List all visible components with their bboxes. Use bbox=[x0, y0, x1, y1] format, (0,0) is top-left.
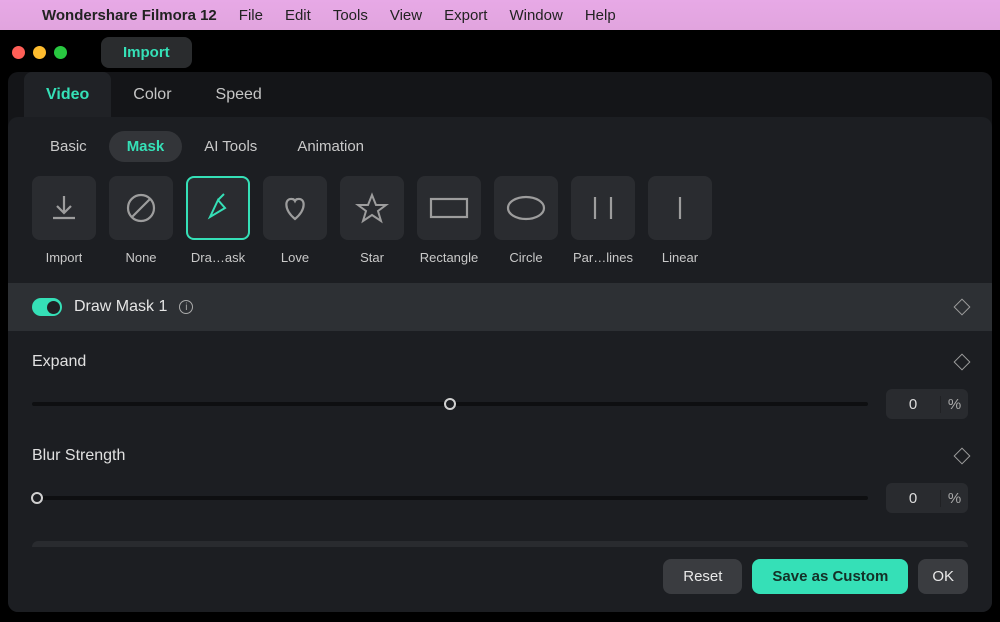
expand-group: Expand 0 % bbox=[32, 353, 968, 419]
subtab-basic[interactable]: Basic bbox=[32, 131, 105, 162]
menu-file[interactable]: File bbox=[239, 7, 263, 24]
subtab-ai-tools[interactable]: AI Tools bbox=[186, 131, 275, 162]
mask-enabled-toggle[interactable] bbox=[32, 298, 62, 316]
menu-export[interactable]: Export bbox=[444, 7, 487, 24]
mask-label: Dra…ask bbox=[191, 250, 245, 265]
parallel-lines-icon bbox=[581, 191, 625, 225]
section-header: Draw Mask 1 i bbox=[8, 283, 992, 331]
keyframe-icon[interactable] bbox=[954, 448, 971, 465]
primary-tabs: Video Color Speed bbox=[8, 72, 992, 117]
subtab-animation[interactable]: Animation bbox=[279, 131, 382, 162]
mask-label: Circle bbox=[509, 250, 542, 265]
macos-menubar: Wondershare Filmora 12 File Edit Tools V… bbox=[0, 0, 1000, 30]
mask-type-love[interactable]: Love bbox=[263, 176, 327, 265]
menu-view[interactable]: View bbox=[390, 7, 422, 24]
download-icon bbox=[47, 191, 81, 225]
expand-label: Expand bbox=[32, 353, 86, 371]
menu-window[interactable]: Window bbox=[509, 7, 562, 24]
menu-tools[interactable]: Tools bbox=[333, 7, 368, 24]
pen-icon bbox=[201, 191, 235, 225]
mask-label: Par…lines bbox=[573, 250, 633, 265]
reset-button[interactable]: Reset bbox=[663, 559, 742, 594]
fullscreen-icon[interactable] bbox=[54, 46, 67, 59]
tab-video[interactable]: Video bbox=[24, 72, 111, 117]
mask-type-rectangle[interactable]: Rectangle bbox=[417, 176, 481, 265]
mask-label: Rectangle bbox=[420, 250, 479, 265]
keyframe-icon[interactable] bbox=[954, 354, 971, 371]
keyframe-icon[interactable] bbox=[954, 299, 971, 316]
mask-label: None bbox=[125, 250, 156, 265]
none-icon bbox=[124, 191, 158, 225]
inspector-panel: Video Color Speed Basic Mask AI Tools An… bbox=[8, 72, 992, 612]
minimize-icon[interactable] bbox=[33, 46, 46, 59]
blur-strength-group: Blur Strength 0 % bbox=[32, 447, 968, 513]
blur-label: Blur Strength bbox=[32, 447, 125, 465]
mask-type-parallel-lines[interactable]: Par…lines bbox=[571, 176, 635, 265]
footer-buttons: Reset Save as Custom OK bbox=[8, 547, 992, 612]
mask-label: Import bbox=[46, 250, 83, 265]
rectangle-icon bbox=[427, 191, 471, 225]
ok-button[interactable]: OK bbox=[918, 559, 968, 594]
mask-type-none[interactable]: None bbox=[109, 176, 173, 265]
mask-type-linear[interactable]: Linear bbox=[648, 176, 712, 265]
traffic-lights bbox=[12, 46, 93, 59]
circle-icon bbox=[504, 191, 548, 225]
mask-label: Star bbox=[360, 250, 384, 265]
menu-help[interactable]: Help bbox=[585, 7, 616, 24]
save-as-custom-button[interactable]: Save as Custom bbox=[752, 559, 908, 594]
mask-type-circle[interactable]: Circle bbox=[494, 176, 558, 265]
menu-edit[interactable]: Edit bbox=[285, 7, 311, 24]
blur-slider[interactable] bbox=[32, 496, 868, 500]
subtab-mask[interactable]: Mask bbox=[109, 131, 183, 162]
panel-body: Basic Mask AI Tools Animation Import Non… bbox=[8, 117, 992, 612]
info-icon[interactable]: i bbox=[179, 300, 193, 314]
mask-type-draw-mask[interactable]: Dra…ask bbox=[186, 176, 250, 265]
mask-label: Linear bbox=[662, 250, 698, 265]
app-name[interactable]: Wondershare Filmora 12 bbox=[42, 7, 217, 24]
star-icon bbox=[355, 191, 389, 225]
tab-speed[interactable]: Speed bbox=[194, 72, 284, 117]
window-controls-bar: Import bbox=[0, 30, 1000, 74]
mask-type-star[interactable]: Star bbox=[340, 176, 404, 265]
mask-properties: Expand 0 % Blur Strength bbox=[8, 331, 992, 547]
expand-slider[interactable] bbox=[32, 402, 868, 406]
expand-value[interactable]: 0 % bbox=[886, 389, 968, 419]
linear-icon bbox=[663, 191, 697, 225]
mask-label: Love bbox=[281, 250, 309, 265]
mask-type-import[interactable]: Import bbox=[32, 176, 96, 265]
secondary-tabs: Basic Mask AI Tools Animation bbox=[8, 117, 992, 162]
import-button[interactable]: Import bbox=[101, 37, 192, 68]
heart-icon bbox=[278, 191, 312, 225]
mask-types-row: Import None Dra…ask Love bbox=[8, 162, 992, 283]
blur-value[interactable]: 0 % bbox=[886, 483, 968, 513]
section-title: Draw Mask 1 bbox=[74, 298, 167, 316]
tab-color[interactable]: Color bbox=[111, 72, 193, 117]
close-icon[interactable] bbox=[12, 46, 25, 59]
